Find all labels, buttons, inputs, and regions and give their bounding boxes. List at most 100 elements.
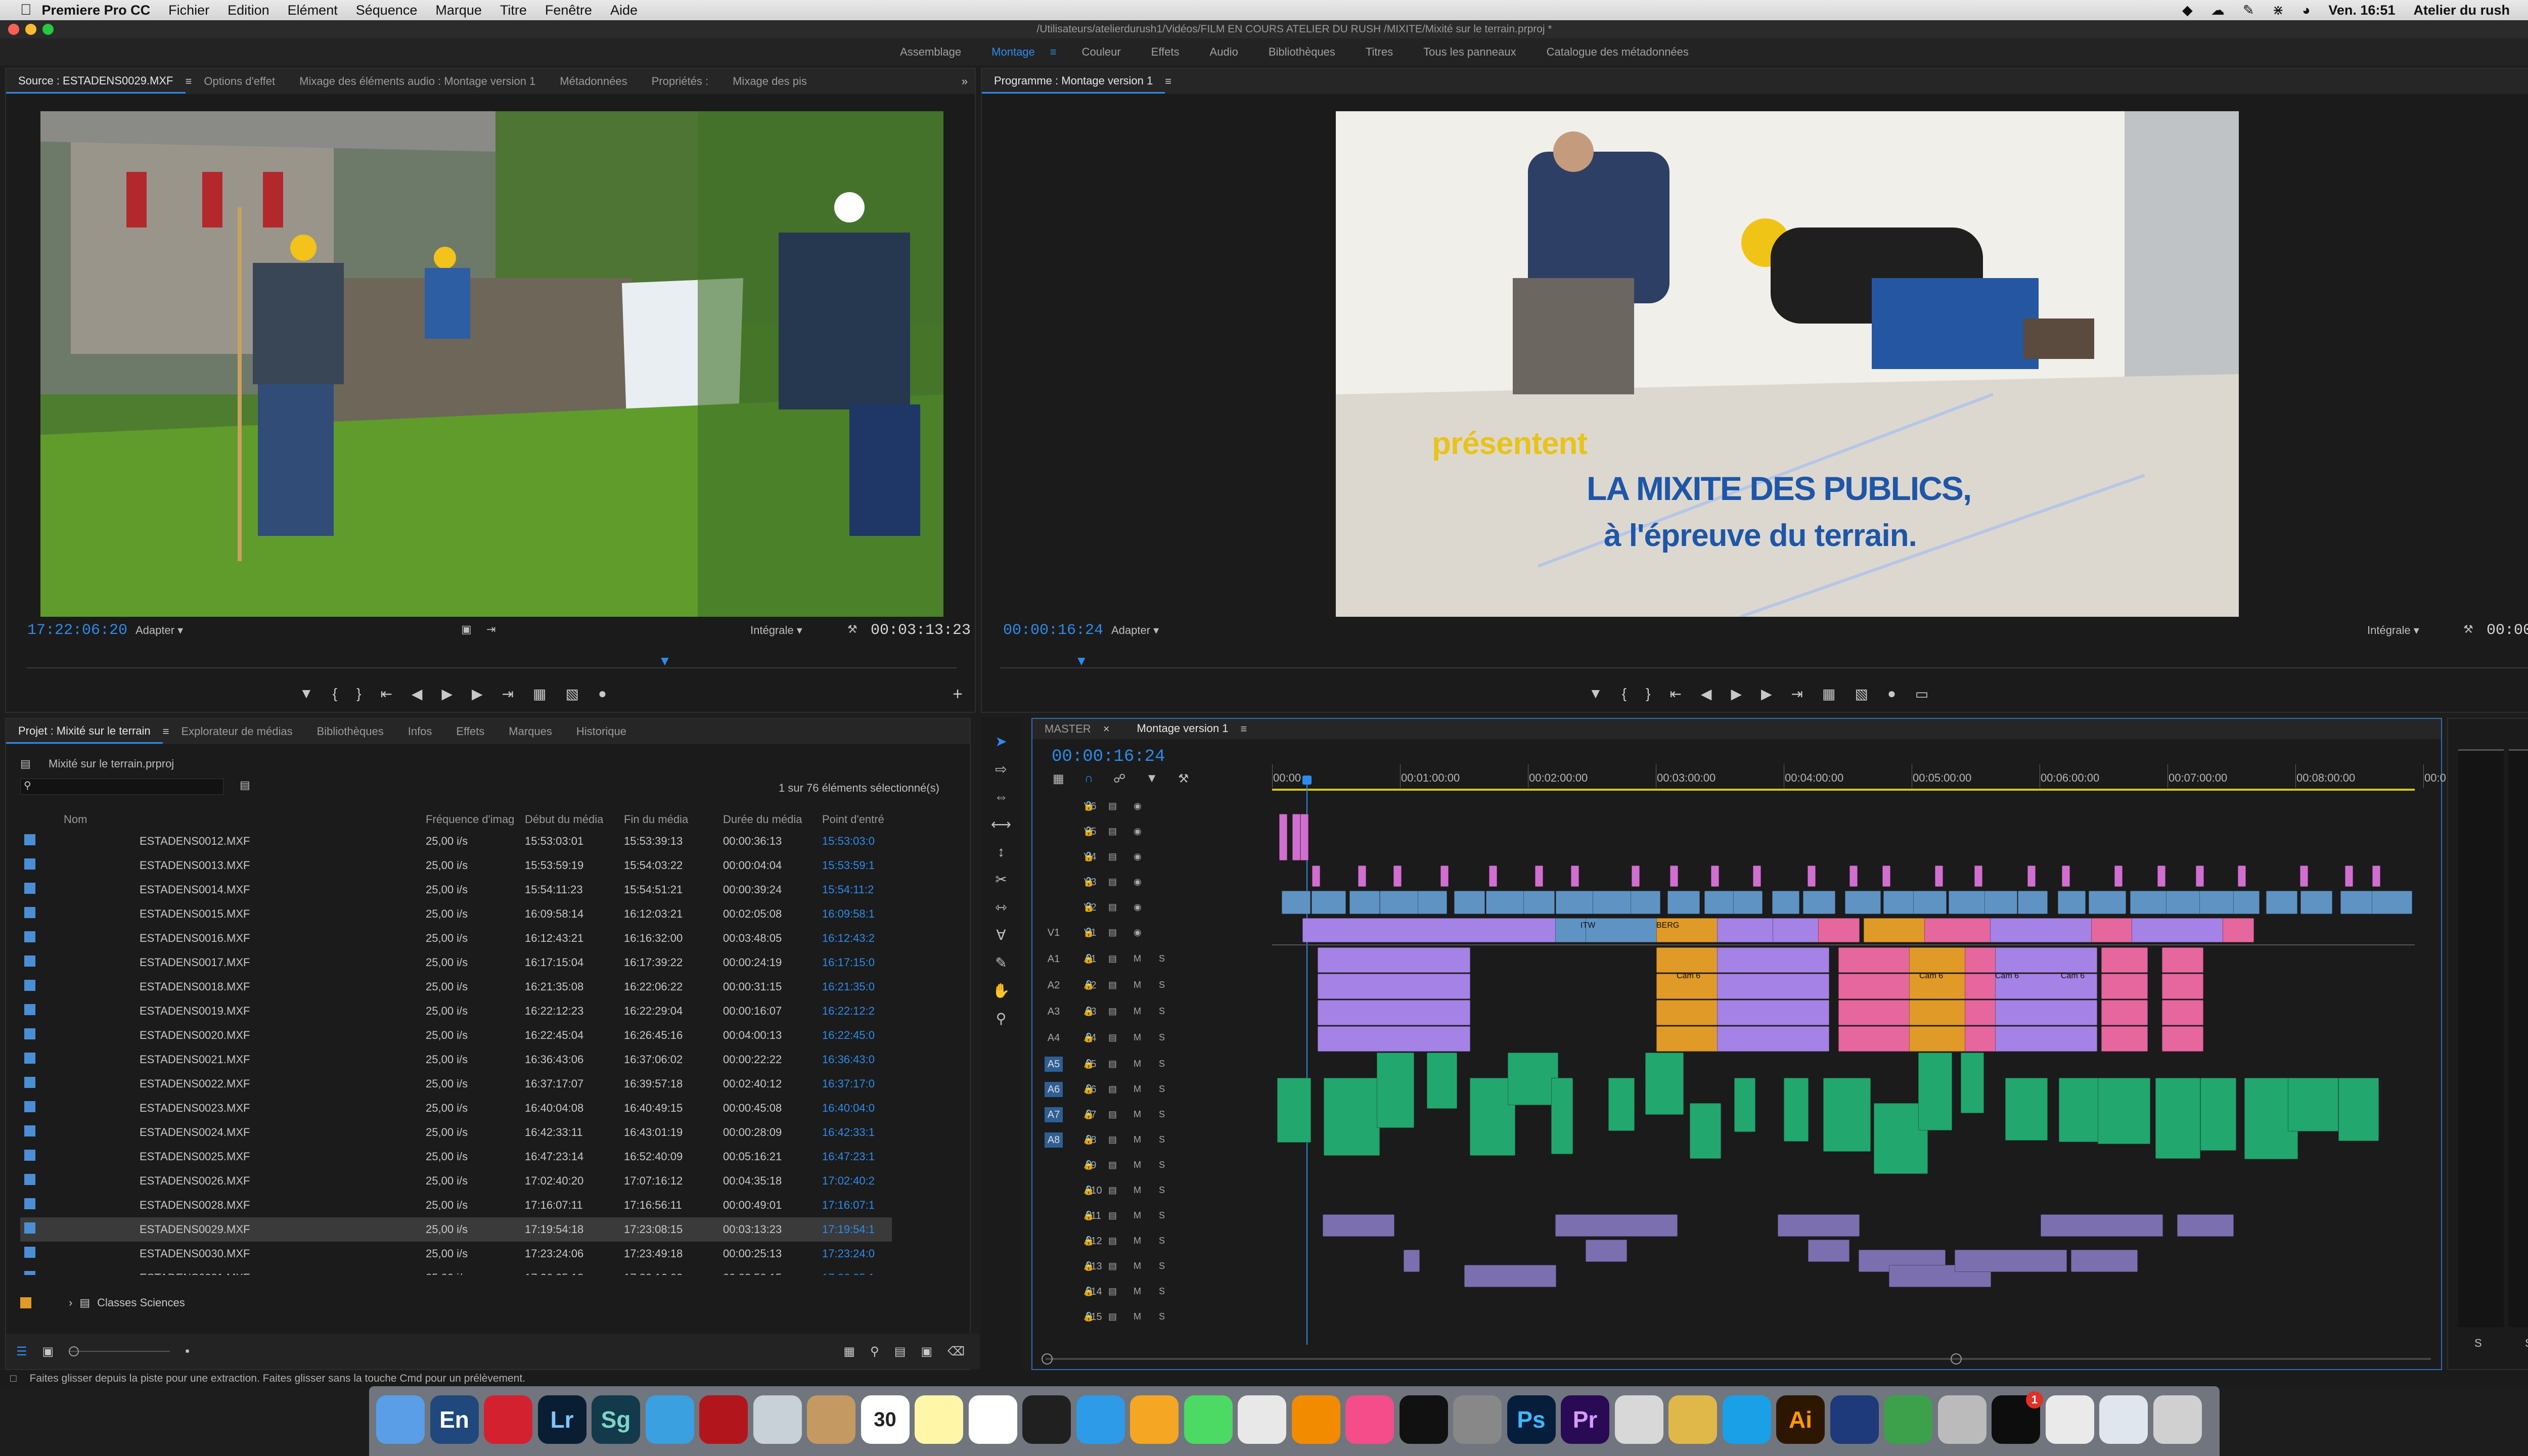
mark-out-icon[interactable]: } [356,686,361,706]
solo-button[interactable]: S [1159,1236,1165,1246]
add-button-icon[interactable]: + [953,685,963,704]
dock-icon-calendrier[interactable]: 30 [861,1395,910,1444]
play-icon[interactable]: ▶ [1731,686,1742,706]
mute-button[interactable]: M [1134,1210,1141,1221]
close-icon[interactable]: × [1103,722,1110,736]
wrench-icon[interactable]: ⚒ [2463,623,2473,636]
lock-icon[interactable]: 🔒 [1083,801,1094,811]
dock-icon-ananas[interactable] [1668,1395,1717,1444]
video-clip[interactable] [1733,891,1763,914]
video-clip[interactable] [2062,866,2070,887]
col-point-entree[interactable]: Point d'entré [818,810,892,829]
source-patch[interactable]: A3 [1045,1004,1063,1019]
program-playhead-icon[interactable]: ▼ [1075,653,1088,669]
audio-clip[interactable] [1555,1214,1678,1237]
solo-button[interactable]: S [1159,980,1165,990]
audio-clip[interactable] [1717,1026,1829,1052]
solo-button[interactable]: S [1159,1059,1165,1069]
table-row[interactable]: ESTADENS0029.MXF 25,00 i/s 17:19:54:18 17:2… [20,1217,892,1242]
mark-out-icon[interactable]: } [1646,686,1650,706]
video-clip[interactable] [1380,891,1421,914]
video-clip[interactable] [1489,866,1497,887]
video-clip[interactable] [1358,866,1366,887]
dock-icon-numbers[interactable] [1884,1395,1932,1444]
workspace-audio[interactable]: Audio [1195,46,1253,59]
compare-icon[interactable]: ▭ [1915,686,1928,706]
video-clip[interactable] [1864,918,1925,942]
insert-icon[interactable]: ▦ [533,686,546,706]
solo-button[interactable]: S [1159,1109,1165,1120]
dock-icon-stylo[interactable] [1614,1395,1663,1444]
tab-metadonnees[interactable]: Métadonnées [548,75,639,88]
dock-icon-corbeille[interactable] [2153,1395,2202,1444]
menu-marque[interactable]: Marque [435,3,482,18]
dock-icon-messages[interactable] [1184,1395,1233,1444]
play-icon[interactable]: ▶ [441,686,453,706]
step-forward-icon[interactable]: ▶ [472,686,483,706]
dock-icon-transmit[interactable]: 1 [1992,1391,2043,1444]
video-clip[interactable] [1631,891,1660,914]
audio-clip[interactable] [1586,1240,1627,1262]
video-clip[interactable] [2091,918,2133,942]
dock-icon-contacts[interactable] [807,1395,855,1444]
audio-clip[interactable] [2041,1214,2163,1237]
video-clip[interactable] [2199,891,2235,914]
audio-clip[interactable] [2177,1214,2234,1237]
sync-lock-icon[interactable]: ▤ [1108,927,1117,938]
sync-lock-icon[interactable]: ▤ [1108,1286,1117,1297]
source-patch[interactable]: A1 [1045,951,1063,967]
audio-clip[interactable] [1318,974,1470,999]
audio-clip[interactable] [1838,947,1910,973]
lock-icon[interactable]: 🔒 [1083,1059,1094,1069]
eye-icon[interactable]: ◉ [1134,851,1142,862]
zoom-window-button[interactable] [42,24,54,35]
video-clip[interactable] [2300,891,2332,914]
audio-clip[interactable] [1778,1214,1860,1237]
workspace-catalogue[interactable]: Catalogue des métadonnées [1531,46,1704,59]
workspace-titres[interactable]: Titres [1350,46,1408,59]
camera-icon[interactable]: ● [598,686,607,706]
audio-clip[interactable] [1377,1053,1414,1128]
tab-mixage-audio[interactable]: Mixage des éléments audio : Montage vers… [287,75,548,88]
trash-icon[interactable]: ⌫ [947,1344,965,1359]
nest-icon[interactable]: ▦ [1053,771,1064,786]
go-to-in-icon[interactable]: ⇤ [1669,686,1681,706]
audio-clip[interactable] [1995,1026,2097,1052]
rolling-edit-tool-icon[interactable]: ⟷ [991,816,1011,833]
eye-icon[interactable]: ◉ [1134,877,1142,887]
workspace-bibliotheques[interactable]: Bibliothèques [1253,46,1350,59]
list-view-icon[interactable]: ☰ [16,1344,27,1359]
lock-icon[interactable]: 🔒 [1083,953,1094,964]
video-clip[interactable] [2345,866,2353,887]
timeline-settings-icon[interactable]: ⚒ [1178,771,1189,786]
source-patch[interactable]: A6 [1045,1082,1063,1097]
insert-overlay-icon[interactable]: ⇥ [486,623,495,636]
audio-clip[interactable] [2162,1026,2203,1052]
lock-icon[interactable]: 🔒 [1083,902,1094,913]
audio-clip[interactable] [2162,947,2203,973]
sync-lock-icon[interactable]: ▤ [1108,1160,1117,1170]
disclosure-icon[interactable]: › [69,1296,72,1309]
tab-programme[interactable]: Programme : Montage version 1 [982,70,1165,94]
program-scrubber[interactable] [1000,667,2528,668]
solo-button[interactable]: S [1159,1210,1165,1221]
video-clip[interactable] [1418,891,1447,914]
wifi-icon[interactable]: ◕ [2302,3,2310,18]
pen-tool-icon[interactable]: ✎ [995,954,1007,971]
audio-clip[interactable] [2071,1250,2138,1272]
tab-historique[interactable]: Historique [564,725,639,738]
video-clip[interactable] [2027,866,2036,887]
menu-icon[interactable]: ≡ [1050,46,1057,59]
minimize-window-button[interactable] [25,24,36,35]
audio-clip[interactable] [1909,947,1966,973]
audio-clip[interactable] [1965,974,1996,999]
sync-lock-icon[interactable]: ▤ [1108,1084,1117,1095]
dock-icon-en[interactable]: En [430,1395,479,1444]
audio-clip[interactable] [1965,1026,1996,1052]
lock-icon[interactable]: 🔒 [1083,1160,1094,1170]
table-row[interactable]: ESTADENS0023.MXF 25,00 i/s 16:40:04:08 16:4… [20,1096,892,1120]
tab-proprietes[interactable]: Propriétés : [640,75,721,88]
video-clip[interactable] [1882,866,1890,887]
extract-icon[interactable]: ▧ [1855,686,1868,706]
sync-lock-icon[interactable]: ▤ [1108,1006,1117,1017]
